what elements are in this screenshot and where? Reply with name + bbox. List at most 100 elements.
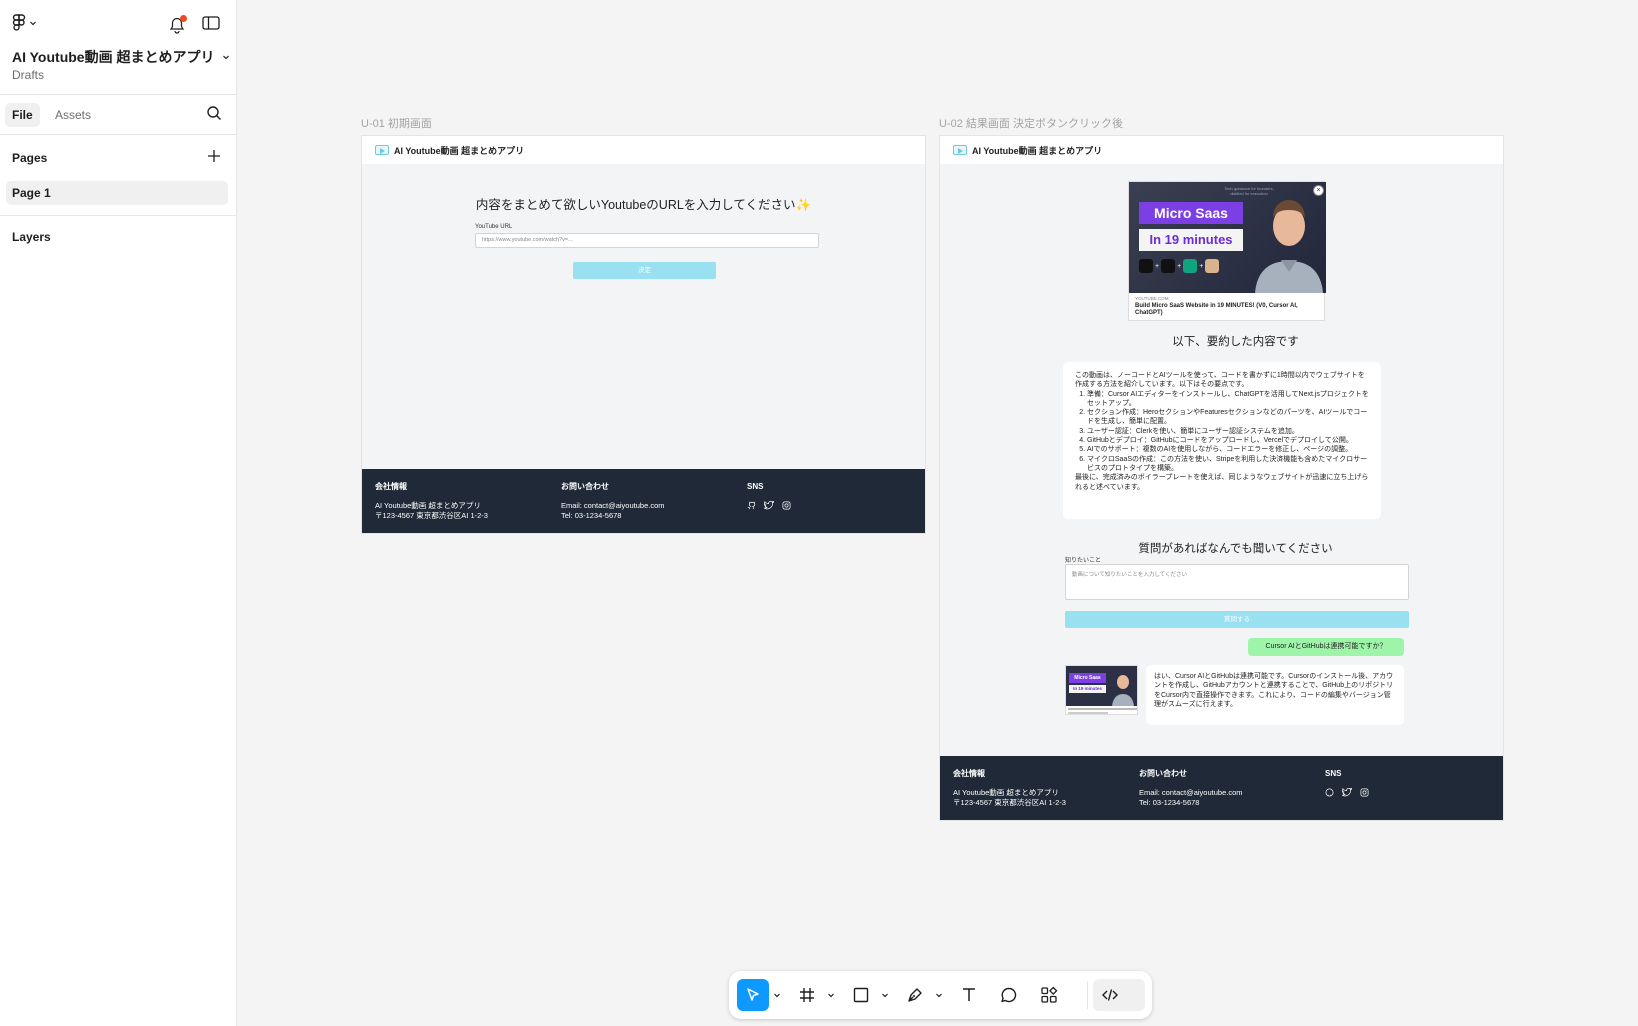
search-icon: [207, 106, 221, 120]
frame-label-u01[interactable]: U-01 初期画面: [361, 115, 432, 131]
footer-company-name: AI Youtube動画 超まとめアプリ: [375, 501, 481, 510]
frame-tool[interactable]: [791, 979, 823, 1011]
notifications-button[interactable]: [166, 14, 188, 36]
footer-company-name: AI Youtube動画 超まとめアプリ: [953, 788, 1059, 797]
app-name: AI Youtube動画 超まとめアプリ: [972, 145, 1103, 156]
notification-badge: [180, 15, 187, 22]
comment-tool[interactable]: [993, 979, 1025, 1011]
chevron-down-icon: [223, 55, 230, 60]
video-title[interactable]: Build Micro SaaS Website in 19 MINUTES! …: [1135, 303, 1320, 317]
footer-contact: お問い合わせ Email: contact@aiyoutube.com Tel:…: [561, 482, 665, 521]
footer-sns: SNS: [1325, 769, 1369, 797]
summary-heading: 以下、要約した内容です: [1172, 336, 1299, 348]
cursor-arrow-icon: [747, 988, 759, 1001]
mini-badge-title: Micro Saas: [1069, 673, 1106, 683]
pen-tool-chevron-icon[interactable]: [935, 991, 943, 999]
github-icon[interactable]: [747, 501, 756, 510]
summary-point: セクション作成：HeroセクションやFeaturesセクションなどのパーツを、A…: [1087, 408, 1369, 427]
footer-company-heading: 会社情報: [375, 482, 407, 491]
frame-u01[interactable]: AI Youtube動画 超まとめアプリ 内容をまとめて欲しいYoutubeのU…: [361, 135, 926, 534]
footer-sns-heading: SNS: [747, 482, 764, 491]
file-title-button[interactable]: AI Youtube動画 超まとめアプリ: [12, 47, 230, 67]
summary-outro: 最後に、完成済みのボイラープレートを使えば、同じようなウェブサイトが迅速に立ち上…: [1075, 474, 1369, 491]
twitter-icon[interactable]: [1342, 788, 1352, 797]
ai-logo-icon: [1205, 259, 1220, 273]
frame-tool-chevron-icon[interactable]: [827, 991, 835, 999]
close-preview-button[interactable]: ×: [1313, 185, 1324, 196]
pen-tool[interactable]: [899, 979, 931, 1011]
presenter-photo-icon: [1255, 200, 1323, 293]
sns-links: [1325, 788, 1369, 797]
instagram-icon[interactable]: [1360, 788, 1369, 797]
app-name: AI Youtube動画 超まとめアプリ: [394, 145, 525, 156]
url-input[interactable]: https://www.youtube.com/watch?v=...: [475, 233, 819, 248]
text-tool[interactable]: [953, 979, 985, 1011]
footer-contact-heading: お問い合わせ: [561, 482, 609, 491]
video-source: YOUTUBE.COM: [1135, 296, 1169, 301]
video-icon: [953, 145, 967, 155]
github-icon[interactable]: [1325, 788, 1334, 797]
video-icon: [375, 145, 389, 155]
url-label: YouTube URL: [475, 224, 513, 230]
app-header: AI Youtube動画 超まとめアプリ: [362, 136, 925, 164]
ask-button[interactable]: 質問する: [1065, 611, 1409, 628]
instagram-icon[interactable]: [782, 501, 791, 510]
main-menu-button[interactable]: [12, 14, 37, 32]
thumbnail-badge-title: Micro Saas: [1139, 202, 1243, 224]
answer-video-thumbnail[interactable]: Micro Saas In 19 minutes: [1065, 665, 1138, 715]
bot-answer-bubble: はい、Cursor AIとGitHubは連携可能です。Cursorのインストール…: [1146, 665, 1404, 725]
summary-point: AIでのサポート：複数のAIを使用しながら、コードエラーを修正し、ページの調整。: [1087, 445, 1369, 454]
move-tool[interactable]: [737, 979, 769, 1011]
footer-company-address: 〒123-4567 東京都渋谷区AI 1-2-3: [375, 511, 488, 520]
layers-title: Layers: [12, 230, 51, 244]
comment-bubble-icon: [1001, 987, 1017, 1003]
video-preview-card[interactable]: Tech guidance for founders, distilled fo…: [1128, 181, 1326, 321]
footer-contact: お問い合わせ Email: contact@aiyoutube.com Tel:…: [1139, 769, 1243, 808]
summary-card: この動画は、ノーコードとAIツールを使って、コードを書かずに1時間以内でウェブサ…: [1063, 362, 1381, 519]
summary-point: 準備：Cursor AIエディターをインストールし、ChatGPTを活用してNe…: [1087, 390, 1369, 409]
chatgpt-logo-icon: [1183, 259, 1198, 273]
text-icon: [963, 988, 975, 1001]
components-icon: [1041, 986, 1058, 1003]
summary-list: 準備：Cursor AIエディターをインストールし、ChatGPTを活用してNe…: [1075, 390, 1369, 474]
toggle-sidebar-button[interactable]: [202, 15, 220, 36]
tab-assets[interactable]: Assets: [48, 103, 98, 127]
question-heading: 質問があればなんでも聞いてください: [1138, 543, 1333, 555]
footer-contact-heading: お問い合わせ: [1139, 769, 1187, 778]
search-button[interactable]: [206, 105, 222, 126]
actions-tool[interactable]: [1033, 979, 1065, 1011]
code-icon: [1102, 989, 1118, 1001]
file-location[interactable]: Drafts: [12, 68, 44, 82]
bottom-toolbar: [729, 971, 1152, 1019]
frame-hash-icon: [800, 988, 814, 1002]
sidebar-tabs: File Assets: [0, 95, 236, 135]
video-thumbnail: Tech guidance for founders, distilled fo…: [1129, 182, 1326, 293]
mini-thumbnail: Micro Saas In 19 minutes: [1066, 666, 1137, 706]
page-item-1[interactable]: Page 1: [6, 181, 228, 205]
left-sidebar: AI Youtube動画 超まとめアプリ Drafts File Assets …: [0, 0, 237, 1026]
summary-intro: この動画は、ノーコードとAIツールを使って、コードを書かずに1時間以内でウェブサ…: [1075, 372, 1365, 389]
logo-icon: [1139, 259, 1153, 273]
twitter-icon[interactable]: [764, 501, 774, 510]
frame-u02[interactable]: AI Youtube動画 超まとめアプリ Tech guidance for f…: [939, 135, 1504, 821]
thumbnail-badge-subtitle: In 19 minutes: [1139, 229, 1243, 251]
move-tool-chevron-icon[interactable]: [773, 991, 781, 999]
submit-button[interactable]: 決定: [573, 262, 716, 279]
footer-company-address: 〒123-4567 東京都渋谷区AI 1-2-3: [953, 798, 1066, 807]
frame-label-u02[interactable]: U-02 結果画面 決定ボタンクリック後: [939, 115, 1123, 131]
tab-file[interactable]: File: [5, 103, 40, 127]
summary-point: ユーザー認証：Clerkを使い、簡単にユーザー認証システムを追加。: [1087, 427, 1369, 436]
mini-badge-subtitle: In 19 minutes: [1069, 685, 1106, 693]
footer-email: Email: contact@aiyoutube.com: [561, 501, 665, 510]
app-footer: 会社情報 AI Youtube動画 超まとめアプリ 〒123-4567 東京都渋…: [940, 756, 1503, 820]
shape-tool-chevron-icon[interactable]: [881, 991, 889, 999]
question-input[interactable]: 動画について知りたいことを入力してください: [1065, 564, 1409, 600]
summary-point: マイクロSaaSの作成：この方法を使い、Stripeを利用した決済機能も含めたマ…: [1087, 455, 1369, 474]
caption-line: [1068, 708, 1137, 710]
question-label: 知りたいこと: [1065, 558, 1102, 564]
file-title: AI Youtube動画 超まとめアプリ: [12, 49, 215, 65]
shape-tool[interactable]: [845, 979, 877, 1011]
footer-sns-heading: SNS: [1325, 769, 1342, 778]
add-page-button[interactable]: [206, 148, 222, 169]
dev-mode-toggle[interactable]: [1093, 979, 1145, 1011]
